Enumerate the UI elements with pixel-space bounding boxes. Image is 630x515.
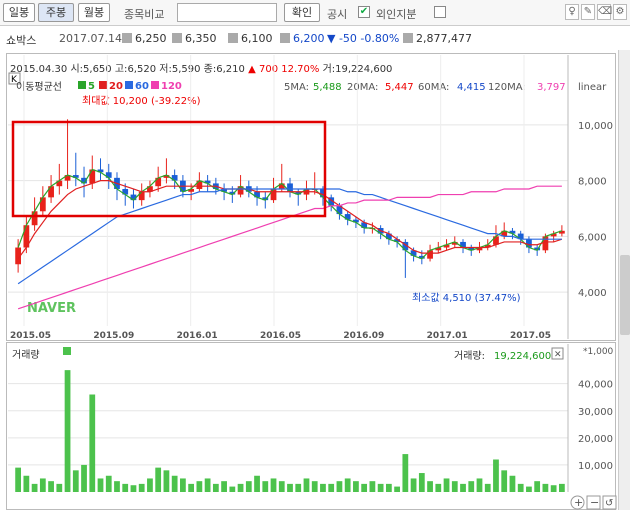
- ohlc-readout: 2015.04.30 시:5,650 고:6,520 저:5,590 종:6,2…: [10, 60, 392, 75]
- price-panel: [6, 53, 616, 341]
- quote-date: 2017.07.14: [59, 32, 122, 45]
- volume-icon: [403, 33, 413, 43]
- compare-label: 종목비교: [124, 8, 165, 21]
- ohlc-open: 5,650: [83, 64, 112, 75]
- change-value: ▼ -50 -0.80%: [327, 32, 400, 45]
- ohlc-high-label: 고:: [114, 64, 128, 75]
- ohlc-low: 5,590: [171, 64, 201, 75]
- ohlc-open-label: 시:: [70, 64, 84, 75]
- lightbulb-icon[interactable]: ♀: [565, 4, 579, 20]
- settings-icon[interactable]: ⚙: [613, 4, 627, 20]
- ohlc-change: 700: [258, 64, 279, 75]
- quote-bar: 쇼박스 2017.07.14 6,250 6,350 6,100 6,200 ▼…: [0, 27, 630, 49]
- ohlc-close: 6,210: [216, 64, 245, 75]
- pen-icon[interactable]: ✎: [581, 4, 595, 20]
- daily-button[interactable]: 일봉: [3, 3, 35, 22]
- scrollbar-thumb[interactable]: [620, 255, 630, 335]
- ohlc-date: 2015.04.30: [10, 64, 68, 75]
- ohlc-arrow: ▲: [248, 64, 256, 75]
- ohlc-vol: 19,224,600: [335, 64, 393, 75]
- volume-group: 2,877,477: [403, 32, 472, 45]
- high-value: 6,350: [185, 32, 217, 45]
- ohlc-low-label: 저:: [159, 64, 172, 75]
- open-icon: [122, 33, 132, 43]
- ohlc-close-label: 종:: [203, 64, 217, 75]
- disclosure-checkbox[interactable]: ✔: [358, 6, 370, 18]
- monthly-button[interactable]: 월봉: [78, 3, 110, 22]
- toolbar: 일봉 주봉 월봉 종목비교 확인 공시 ✔ 외인지분 ♀ ✎ ⌫ ⚙: [0, 0, 630, 26]
- ohlc-vol-label: 거:: [322, 64, 336, 75]
- close-group: 6,200: [280, 32, 325, 45]
- stock-name: 쇼박스: [6, 34, 37, 47]
- low-group: 6,100: [228, 32, 273, 45]
- high-icon: [172, 33, 182, 43]
- open-group: 6,250: [122, 32, 167, 45]
- close-value: 6,200: [293, 32, 325, 45]
- volume-value: 2,877,477: [416, 32, 472, 45]
- ohlc-high: 6,520: [127, 64, 157, 75]
- foreign-checkbox[interactable]: [434, 6, 446, 18]
- ohlc-pct: 12.70%: [281, 64, 320, 75]
- confirm-button[interactable]: 확인: [284, 3, 320, 22]
- vertical-scrollbar[interactable]: [618, 50, 630, 510]
- close-icon: [280, 33, 290, 43]
- weekly-button[interactable]: 주봉: [38, 3, 74, 22]
- disclosure-label: 공시: [327, 8, 348, 21]
- volume-panel: [6, 342, 616, 510]
- low-icon: [228, 33, 238, 43]
- open-value: 6,250: [135, 32, 167, 45]
- eraser-icon[interactable]: ⌫: [597, 4, 612, 20]
- foreign-label: 외인지분: [376, 8, 417, 21]
- compare-input[interactable]: [177, 3, 277, 22]
- low-value: 6,100: [241, 32, 273, 45]
- high-group: 6,350: [172, 32, 217, 45]
